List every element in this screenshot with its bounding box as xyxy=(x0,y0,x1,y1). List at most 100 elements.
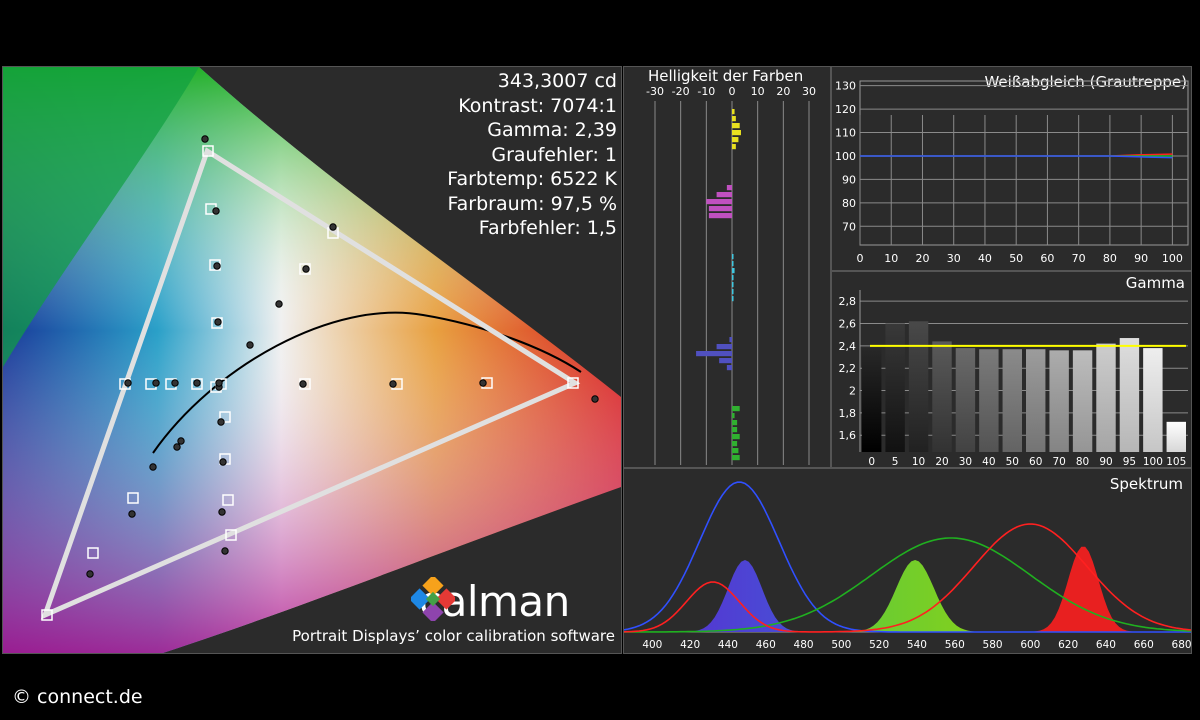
stat-color-error: Farbfehler: 1,5 xyxy=(478,217,617,239)
gamma-ytick-0: 1,6 xyxy=(839,429,857,442)
measured-point-24 xyxy=(218,508,226,516)
helligkeit-bar-2-1 xyxy=(732,261,734,267)
measured-point-9 xyxy=(124,379,132,387)
gamma-xtick-7: 60 xyxy=(1029,456,1042,467)
stat-luminance: 343,3007 cd xyxy=(497,70,617,92)
measured-point-6 xyxy=(275,300,283,308)
measured-point-0 xyxy=(201,135,209,143)
stat-contrast: Kontrast: 7074:1 xyxy=(458,94,617,117)
helligkeit-bar-3-1 xyxy=(716,344,732,350)
helligkeit-bar-4-0 xyxy=(732,406,740,412)
measured-point-10 xyxy=(152,379,160,387)
helligkeit-bar-1-1 xyxy=(716,192,732,198)
spektrum-xtick-11: 620 xyxy=(1058,639,1078,651)
spektrum-chart: 400 420 440 460 480 500 520 540 560 580 600 620 640 6… xyxy=(624,481,1191,651)
helligkeit-bar-3-0 xyxy=(729,337,732,343)
gamma-xtick-5: 40 xyxy=(982,456,995,467)
wb-xtick-6: 60 xyxy=(1040,252,1054,265)
measured-point-2 xyxy=(213,262,221,270)
spektrum-xtick-12: 640 xyxy=(1096,639,1116,651)
helligkeit-tick-6: 30 xyxy=(802,85,816,98)
helligkeit-bar-4-2 xyxy=(732,420,738,426)
helligkeit-bar-4-1 xyxy=(732,413,735,419)
helligkeit-bar-2-6 xyxy=(732,296,734,302)
wb-xtick-4: 40 xyxy=(978,252,992,265)
gamma-ytick-1: 1,8 xyxy=(839,407,857,420)
weissabgleich-chart: 70 80 90 100 110 120 130 0 10 20 30 40 50 60 70 80 90 100 xyxy=(835,80,1189,265)
helligkeit-bar-2-0 xyxy=(732,254,734,260)
spektrum-xtick-14: 680 xyxy=(1172,639,1191,651)
calman-logo: calman xyxy=(411,577,570,626)
spektrum-xtick-8: 560 xyxy=(945,639,965,651)
spektrum-xtick-7: 540 xyxy=(907,639,927,651)
helligkeit-bar-4-3 xyxy=(732,427,738,433)
wb-ytick-1: 80 xyxy=(842,197,856,210)
spektrum-xtick-4: 480 xyxy=(794,639,814,651)
spektrum-xtick-3: 460 xyxy=(756,639,776,651)
spektrum-xtick-0: 400 xyxy=(642,639,662,651)
measured-point-18 xyxy=(217,418,225,426)
measured-point-1 xyxy=(212,207,220,215)
wb-xtick-0: 0 xyxy=(857,252,864,265)
stat-color-temp: Farbtemp: 6522 K xyxy=(447,168,617,190)
helligkeit-tick-4: 10 xyxy=(751,85,765,98)
gamma-xtick-8: 70 xyxy=(1052,456,1065,467)
gamma-xtick-9: 80 xyxy=(1076,456,1089,467)
wb-ytick-3: 100 xyxy=(835,150,856,163)
gamma-bar-13 xyxy=(1166,421,1186,452)
measured-point-13 xyxy=(215,379,223,387)
calman-logo-icon xyxy=(411,577,455,621)
helligkeit-bar-1-3 xyxy=(708,206,732,212)
spektrum-xtick-1: 420 xyxy=(680,639,700,651)
gamma-bar-4 xyxy=(955,348,976,452)
gamma-bar-3 xyxy=(932,341,952,452)
gamma-bar-12 xyxy=(1143,348,1163,452)
helligkeit-tick-0: -30 xyxy=(646,85,664,98)
measured-point-25 xyxy=(221,547,229,555)
cie-chromaticity-panel: 343,3007 cd Kontrast: 7074:1 Gamma: 2,39… xyxy=(2,66,622,654)
gamma-bar-11 xyxy=(1119,338,1140,452)
spektrum-xtick-9: 580 xyxy=(983,639,1003,651)
gamma-ytick-6: 2,8 xyxy=(839,295,857,308)
helligkeit-bar-0-2 xyxy=(732,123,740,129)
wb-ytick-6: 130 xyxy=(835,80,856,93)
helligkeit-panel: Helligkeit der Farben -30 -20 -10 0 10 20 30 xyxy=(623,66,831,468)
helligkeit-bar-2-5 xyxy=(732,289,734,295)
measured-point-17 xyxy=(591,395,599,403)
helligkeit-bar-3-4 xyxy=(726,365,732,371)
helligkeit-bar-4-4 xyxy=(732,434,740,440)
measured-point-15 xyxy=(389,380,397,388)
helligkeit-tick-2: -10 xyxy=(697,85,715,98)
helligkeit-bar-0-1 xyxy=(732,116,736,122)
tagline: Portrait Displays’ color calibration sof… xyxy=(292,627,615,645)
gamma-chart: 1,6 1,8 2 2,2 2,4 2,6 2,8 0 5 10 20 30 40 50 60 70 80 90 9… xyxy=(839,290,1188,467)
gamma-xtick-6: 50 xyxy=(1006,456,1019,467)
wb-xtick-7: 70 xyxy=(1072,252,1086,265)
measured-point-4 xyxy=(302,265,310,273)
gamma-bar-0 xyxy=(862,348,882,452)
helligkeit-tick-3: 0 xyxy=(729,85,736,98)
gamma-bar-8 xyxy=(1049,350,1069,452)
measured-point-12 xyxy=(193,379,201,387)
wb-ytick-5: 120 xyxy=(835,103,856,116)
gamma-bar-9 xyxy=(1072,350,1093,452)
gamma-ytick-3: 2,2 xyxy=(839,362,857,375)
spektrum-xtick-2: 440 xyxy=(718,639,738,651)
gamma-xtick-11: 95 xyxy=(1123,456,1136,467)
wb-ytick-4: 110 xyxy=(835,127,856,140)
helligkeit-bar-4-7 xyxy=(732,455,740,461)
measured-point-16 xyxy=(479,379,487,387)
gamma-xtick-4: 30 xyxy=(959,456,972,467)
gamma-xtick-1: 5 xyxy=(892,456,899,467)
helligkeit-bar-3-2 xyxy=(696,351,732,357)
gamma-xtick-0: 0 xyxy=(868,456,875,467)
wb-ytick-2: 90 xyxy=(842,173,856,186)
helligkeit-bar-2-2 xyxy=(732,268,735,274)
stat-gamma: Gamma: 2,39 xyxy=(487,119,617,141)
measured-point-26 xyxy=(173,443,181,451)
gamma-xtick-12: 100 xyxy=(1143,456,1163,467)
gamma-xtick-3: 20 xyxy=(935,456,948,467)
spektrum-xtick-10: 600 xyxy=(1020,639,1040,651)
spektrum-xtick-5: 500 xyxy=(831,639,851,651)
helligkeit-bar-0-4 xyxy=(732,137,739,143)
